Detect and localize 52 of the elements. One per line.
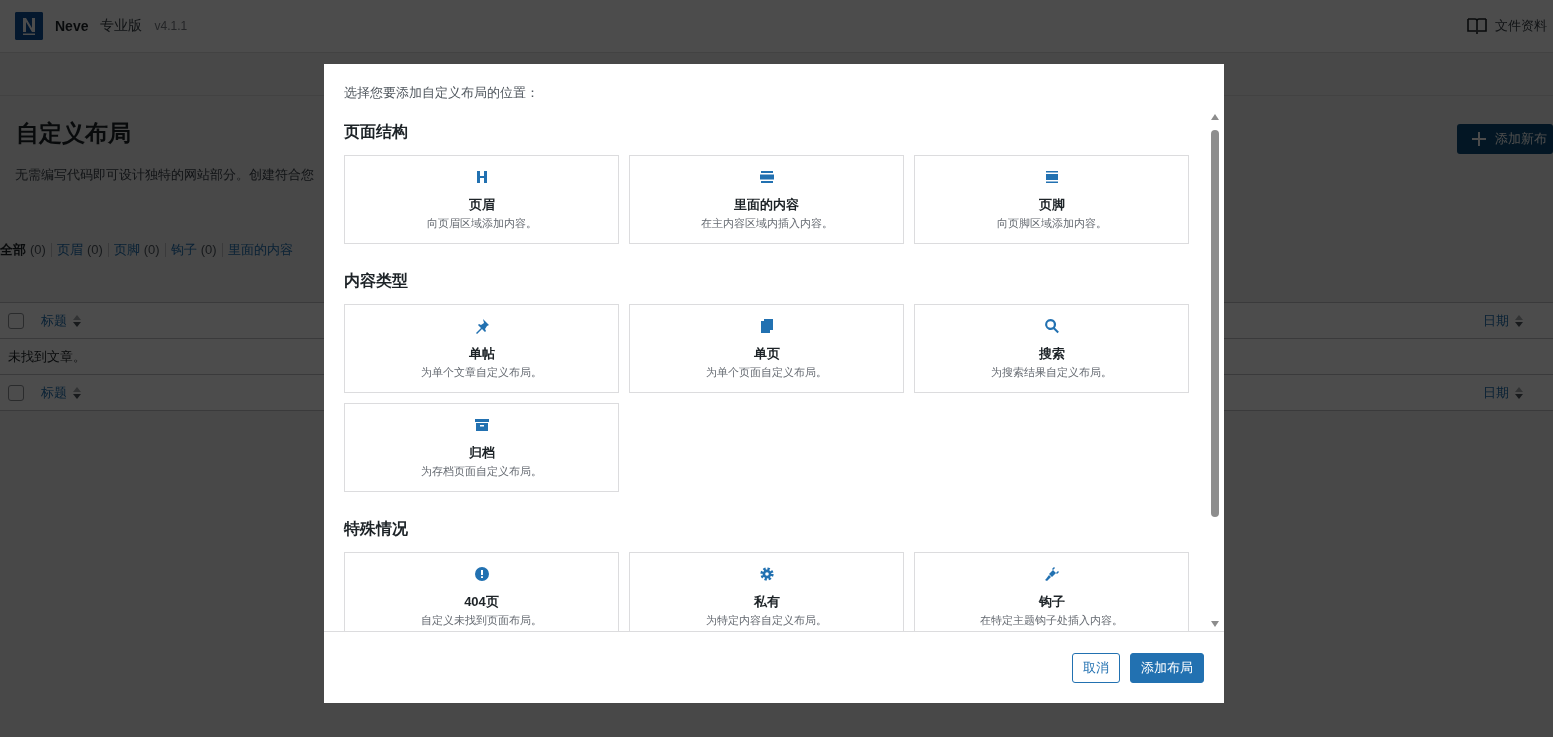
footer-block-icon [1043, 169, 1060, 185]
option-title: 归档 [468, 445, 495, 461]
option-description: 为单个页面自定义布局。 [706, 365, 827, 379]
option-title: 页眉 [468, 197, 495, 213]
section-heading: 特殊情况 [344, 519, 409, 539]
layout-option-card[interactable]: 单页 为单个页面自定义布局。 [629, 304, 904, 393]
scroll-down-icon[interactable] [1211, 621, 1219, 627]
layout-option-card[interactable]: 私有 为特定内容自定义布局。 [629, 552, 904, 631]
option-description: 为搜索结果自定义布局。 [991, 365, 1112, 379]
cancel-button[interactable]: 取消 [1072, 652, 1120, 683]
add-layout-button[interactable]: 添加布局 [1130, 652, 1204, 683]
empty-message: 未找到文章。 [7, 347, 86, 366]
option-description: 为特定内容自定义布局。 [706, 613, 827, 627]
layout-option-card[interactable]: 单帖 为单个文章自定义布局。 [344, 304, 619, 393]
option-title: 钩子 [1038, 594, 1065, 610]
exclamation-icon [473, 566, 490, 582]
layout-option-card[interactable]: 页眉 向页眉区域添加内容。 [344, 155, 619, 244]
archive-box-icon [473, 417, 490, 433]
gear-icon [758, 566, 775, 582]
option-title: 单页 [753, 346, 780, 362]
layout-option-card[interactable]: 钩子 在特定主题钩子处插入内容。 [914, 552, 1189, 631]
option-description: 向页脚区域添加内容。 [996, 216, 1107, 230]
scrollbar-thumb[interactable] [1211, 130, 1219, 517]
option-title: 404页 [464, 594, 499, 610]
option-title: 单帖 [468, 346, 495, 362]
option-description: 自定义未找到页面布局。 [421, 613, 542, 627]
layout-option-card[interactable]: 页脚 向页脚区域添加内容。 [914, 155, 1189, 244]
option-title: 私有 [753, 594, 780, 610]
option-title: 里面的内容 [734, 197, 799, 213]
option-description: 为存档页面自定义布局。 [421, 464, 542, 478]
layout-option-card[interactable]: 里面的内容 在主内容区域内插入内容。 [629, 155, 904, 244]
brand-name: Neve [55, 18, 89, 34]
section-heading: 内容类型 [344, 271, 409, 291]
option-title: 搜索 [1038, 346, 1065, 362]
edition-label: 专业版 [100, 17, 143, 35]
option-description: 在主内容区域内插入内容。 [700, 216, 833, 230]
search-icon [1043, 318, 1060, 334]
content-block-icon [758, 169, 775, 185]
page-title: 自定义布局 [16, 119, 131, 148]
option-description: 在特定主题钩子处插入内容。 [980, 613, 1123, 627]
plug-icon [1043, 566, 1060, 582]
layout-option-card[interactable]: 404页 自定义未找到页面布局。 [344, 552, 619, 631]
option-description: 为单个文章自定义布局。 [421, 365, 542, 379]
section-heading: 页面结构 [344, 122, 409, 142]
layout-option-card[interactable]: 归档 为存档页面自定义布局。 [344, 403, 619, 492]
scrollbar-track[interactable] [1209, 114, 1221, 627]
option-description: 向页眉区域添加内容。 [426, 216, 537, 230]
option-title: 页脚 [1038, 197, 1065, 213]
scroll-up-icon[interactable] [1211, 114, 1219, 120]
pages-icon [758, 318, 775, 334]
modal-prompt: 选择您要添加自定义布局的位置： [344, 84, 540, 102]
layout-option-card[interactable]: 搜索 为搜索结果自定义布局。 [914, 304, 1189, 393]
